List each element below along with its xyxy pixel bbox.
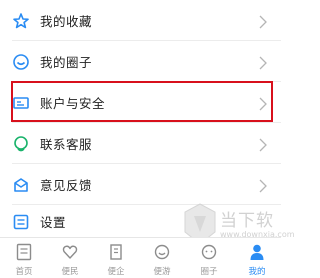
menu-item-favorites[interactable]: 我的收藏 [0, 0, 281, 41]
building-icon [108, 243, 124, 261]
menu-item-contact-support[interactable]: 联系客服 [0, 123, 281, 164]
bottom-tab-bar: 首页 便民 便企 便游 圈子 我的 [0, 237, 281, 278]
tab-convenience[interactable]: 便民 [46, 238, 94, 278]
tab-home[interactable]: 首页 [0, 238, 48, 278]
star-icon [12, 12, 30, 30]
doc-icon [16, 243, 32, 261]
menu-item-label: 我的收藏 [40, 14, 93, 29]
menu-item-label: 意见反馈 [40, 178, 93, 193]
menu-item-feedback[interactable]: 意见反馈 [0, 164, 281, 205]
circle-smile-icon [12, 53, 30, 71]
menu-item-label: 联系客服 [40, 137, 93, 152]
chevron-right-icon [258, 55, 268, 69]
tab-label: 我的 [248, 267, 266, 277]
chevron-right-icon [258, 178, 268, 192]
mail-icon [12, 176, 30, 194]
user-icon [249, 243, 265, 261]
tab-circle[interactable]: 圈子 [185, 238, 233, 278]
highlight-box [11, 81, 273, 122]
tab-travel[interactable]: 便游 [138, 238, 186, 278]
tab-label: 便民 [61, 267, 79, 277]
chevron-right-icon [258, 14, 268, 28]
menu-item-label: 设置 [40, 215, 67, 230]
menu-item-my-circle[interactable]: 我的圈子 [0, 41, 281, 82]
tab-label: 便企 [107, 267, 125, 277]
headset-icon [12, 135, 30, 153]
heart-icon [62, 243, 78, 261]
tab-label: 首页 [15, 267, 33, 277]
smile-icon [154, 243, 170, 261]
chevron-right-icon [258, 137, 268, 151]
tab-label: 便游 [153, 267, 171, 277]
chat-icon [201, 243, 217, 261]
tab-label: 圈子 [200, 267, 218, 277]
menu-item-label: 我的圈子 [40, 55, 93, 70]
list-icon [12, 213, 30, 231]
tab-enterprise[interactable]: 便企 [92, 238, 140, 278]
tab-mine[interactable]: 我的 [233, 238, 281, 278]
